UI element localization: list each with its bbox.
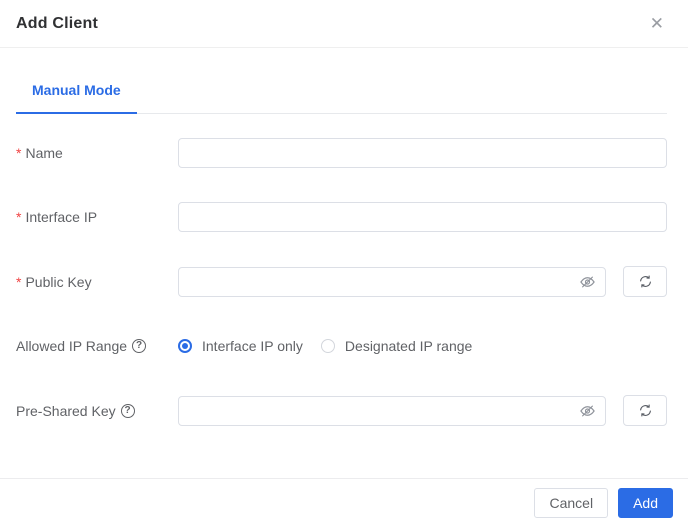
regenerate-key-button[interactable]	[623, 395, 667, 426]
public-key-input-wrap	[178, 266, 606, 297]
help-icon[interactable]: ?	[120, 403, 135, 418]
public-key-control	[178, 266, 667, 297]
radio-interface-ip-only[interactable]: Interface IP only	[178, 338, 303, 354]
name-control	[178, 138, 667, 168]
allowed-ip-range-label-text: Allowed IP Range	[16, 338, 128, 354]
radio-unselected-icon[interactable]	[320, 339, 335, 353]
pre-shared-key-input-wrap	[178, 395, 606, 426]
dialog-body: Manual Mode * Name * Interface IP * Publ…	[0, 48, 688, 426]
add-client-dialog: Add Client ✕ Manual Mode * Name * Interf…	[0, 0, 688, 526]
required-marker: *	[16, 145, 22, 161]
radio-interface-ip-only-label: Interface IP only	[202, 338, 303, 354]
allowed-ip-range-radio-group: Interface IP only Designated IP range	[178, 338, 472, 354]
interface-ip-label: * Interface IP	[16, 209, 178, 225]
add-button[interactable]: Add	[618, 487, 673, 518]
regenerate-key-button[interactable]	[623, 266, 667, 297]
eye-slash-icon[interactable]	[579, 273, 596, 290]
form-row-public-key: * Public Key	[16, 266, 667, 297]
allowed-ip-range-label: Allowed IP Range ?	[16, 338, 178, 354]
radio-designated-ip-range-label: Designated IP range	[344, 338, 473, 354]
dialog-title: Add Client	[16, 14, 98, 32]
name-label: * Name	[16, 145, 178, 161]
pre-shared-key-input[interactable]	[178, 395, 606, 426]
allowed-ip-range-control: Interface IP only Designated IP range	[178, 338, 667, 354]
form-row-interface-ip: * Interface IP	[16, 202, 667, 232]
public-key-label-text: Public Key	[25, 273, 92, 290]
pre-shared-key-control	[178, 395, 667, 426]
pre-shared-key-label: Pre-Shared Key ?	[16, 403, 178, 419]
tabs-bar: Manual Mode	[16, 48, 667, 114]
dialog-footer: Cancel Add	[0, 478, 688, 526]
form-row-allowed-ip-range: Allowed IP Range ? Interface IP only Des…	[16, 331, 667, 361]
form-row-pre-shared-key: Pre-Shared Key ?	[16, 395, 667, 426]
public-key-input[interactable]	[178, 266, 606, 297]
radio-selected-icon[interactable]	[178, 339, 192, 353]
close-icon[interactable]: ✕	[646, 13, 668, 34]
help-icon[interactable]: ?	[132, 339, 147, 353]
interface-ip-control	[178, 202, 667, 232]
pre-shared-key-label-text: Pre-Shared Key	[16, 402, 116, 419]
dialog-header: Add Client ✕	[0, 0, 688, 48]
name-label-text: Name	[25, 145, 63, 161]
cancel-button[interactable]: Cancel	[534, 487, 609, 518]
interface-ip-input[interactable]	[178, 202, 667, 232]
radio-designated-ip-range[interactable]: Designated IP range	[320, 338, 473, 354]
form-row-name: * Name	[16, 138, 667, 168]
eye-slash-icon[interactable]	[579, 402, 596, 419]
required-marker: *	[16, 209, 22, 225]
interface-ip-label-text: Interface IP	[25, 209, 98, 225]
name-input[interactable]	[178, 138, 667, 168]
tab-manual-mode[interactable]: Manual Mode	[16, 80, 137, 114]
public-key-label: * Public Key	[16, 274, 178, 290]
required-marker: *	[16, 273, 22, 290]
